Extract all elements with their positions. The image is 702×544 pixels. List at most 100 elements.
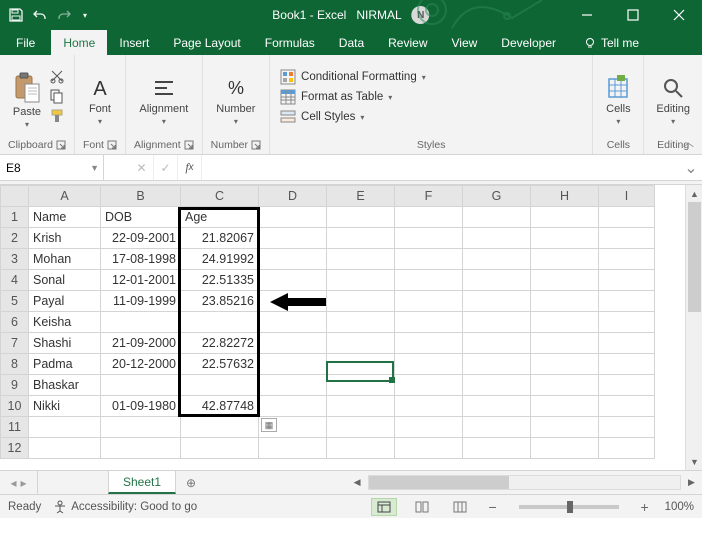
cell[interactable] (181, 417, 259, 438)
cell[interactable]: Shashi (29, 333, 101, 354)
tab-page-layout[interactable]: Page Layout (161, 30, 252, 55)
editing-dropdown[interactable]: Editing▾ (652, 64, 694, 136)
cell[interactable] (463, 207, 531, 228)
cell[interactable] (599, 417, 655, 438)
cell[interactable] (463, 249, 531, 270)
cell[interactable] (181, 438, 259, 459)
font-dropdown[interactable]: A Font ▾ (83, 64, 117, 136)
cell[interactable] (463, 375, 531, 396)
autofill-options-icon[interactable]: ▦ (261, 418, 277, 432)
cell[interactable] (599, 354, 655, 375)
scroll-up-icon[interactable]: ▲ (686, 185, 702, 202)
cell[interactable]: 11-09-1999 (101, 291, 181, 312)
number-dropdown[interactable]: % Number ▾ (212, 64, 259, 136)
cell[interactable] (463, 270, 531, 291)
scroll-right-icon[interactable]: ▶ (683, 474, 700, 491)
cell[interactable]: Bhaskar (29, 375, 101, 396)
cell[interactable]: 22.82272 (181, 333, 259, 354)
cell[interactable]: DOB (101, 207, 181, 228)
cell[interactable] (327, 207, 395, 228)
cell[interactable] (259, 312, 327, 333)
cell[interactable]: Age (181, 207, 259, 228)
undo-icon[interactable] (32, 7, 48, 23)
col-header[interactable]: B (101, 186, 181, 207)
cell[interactable] (599, 249, 655, 270)
cell[interactable] (259, 396, 327, 417)
cell[interactable]: 22.57632 (181, 354, 259, 375)
cell[interactable] (259, 249, 327, 270)
cell[interactable] (327, 291, 395, 312)
conditional-formatting-button[interactable]: Conditional Formatting ▾ (278, 68, 428, 86)
cell[interactable] (395, 333, 463, 354)
cut-icon[interactable] (49, 68, 65, 84)
cell[interactable] (531, 375, 599, 396)
tab-developer[interactable]: Developer (489, 30, 568, 55)
cell[interactable] (599, 228, 655, 249)
row-header[interactable]: 9 (1, 375, 29, 396)
tab-formulas[interactable]: Formulas (253, 30, 327, 55)
worksheet-grid[interactable]: A B C D E F G H I 1NameDOBAge 2Krish22-0… (0, 185, 702, 470)
cell[interactable]: 42.87748 (181, 396, 259, 417)
user-avatar[interactable]: N (412, 6, 430, 24)
cancel-formula-icon[interactable]: ✕ (130, 155, 154, 180)
minimize-button[interactable] (564, 0, 610, 30)
cell[interactable] (463, 417, 531, 438)
add-sheet-button[interactable]: ⊕ (176, 471, 206, 494)
cell[interactable] (599, 270, 655, 291)
cell[interactable] (327, 417, 395, 438)
cell[interactable] (395, 438, 463, 459)
cell[interactable] (531, 291, 599, 312)
alignment-dropdown[interactable]: Alignment ▾ (135, 64, 192, 136)
cell[interactable]: 21.82067 (181, 228, 259, 249)
cell[interactable] (531, 207, 599, 228)
cell[interactable] (395, 249, 463, 270)
cell[interactable]: 23.85216 (181, 291, 259, 312)
cell[interactable] (259, 438, 327, 459)
cell[interactable] (599, 375, 655, 396)
dialog-launcher-icon[interactable] (184, 140, 194, 150)
col-header[interactable]: A (29, 186, 101, 207)
cell[interactable] (463, 438, 531, 459)
format-painter-icon[interactable] (49, 108, 65, 124)
cell[interactable] (259, 291, 327, 312)
dialog-launcher-icon[interactable] (56, 140, 66, 150)
row-header[interactable]: 3 (1, 249, 29, 270)
cell[interactable]: Padma (29, 354, 101, 375)
scroll-down-icon[interactable]: ▼ (686, 453, 702, 470)
tab-data[interactable]: Data (327, 30, 376, 55)
enter-formula-icon[interactable]: ✓ (154, 155, 178, 180)
row-header[interactable]: 7 (1, 333, 29, 354)
page-layout-view-button[interactable] (409, 498, 435, 516)
cell[interactable] (259, 207, 327, 228)
cell[interactable] (395, 291, 463, 312)
zoom-level[interactable]: 100% (665, 501, 694, 513)
cell[interactable] (599, 396, 655, 417)
format-as-table-button[interactable]: Format as Table ▾ (278, 88, 394, 106)
cell[interactable] (463, 228, 531, 249)
row-header[interactable]: 1 (1, 207, 29, 228)
cell[interactable] (463, 291, 531, 312)
cell[interactable] (531, 312, 599, 333)
cell[interactable] (395, 312, 463, 333)
cell[interactable] (395, 396, 463, 417)
cell[interactable] (29, 438, 101, 459)
sheet-tab[interactable]: Sheet1 (108, 471, 176, 494)
cell[interactable] (327, 270, 395, 291)
cell[interactable] (599, 291, 655, 312)
close-button[interactable] (656, 0, 702, 30)
save-icon[interactable] (8, 7, 24, 23)
cell[interactable]: 22.51335 (181, 270, 259, 291)
normal-view-button[interactable] (371, 498, 397, 516)
copy-icon[interactable] (49, 88, 65, 104)
select-all-corner[interactable] (1, 186, 29, 207)
cell[interactable] (259, 270, 327, 291)
row-header[interactable]: 5 (1, 291, 29, 312)
col-header[interactable]: E (327, 186, 395, 207)
row-header[interactable]: 11 (1, 417, 29, 438)
tab-review[interactable]: Review (376, 30, 439, 55)
scroll-thumb[interactable] (688, 202, 701, 312)
cell[interactable] (101, 312, 181, 333)
cell[interactable] (599, 438, 655, 459)
col-header[interactable]: G (463, 186, 531, 207)
row-header[interactable]: 2 (1, 228, 29, 249)
